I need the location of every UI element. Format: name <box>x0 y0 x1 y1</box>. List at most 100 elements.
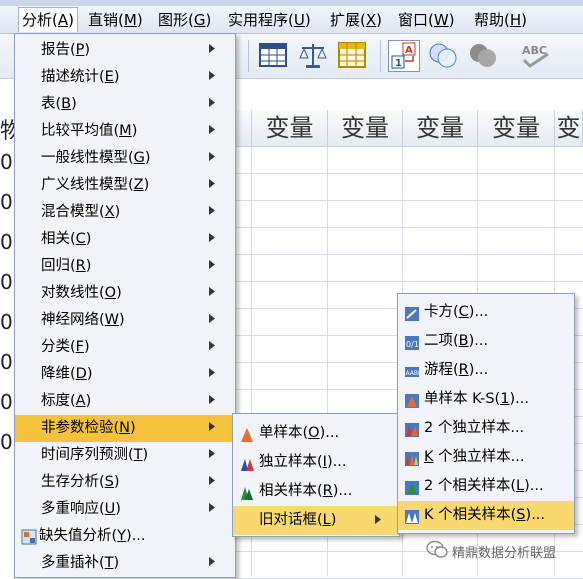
sets-icon[interactable] <box>468 40 498 70</box>
menu-item-label: 非参数检验(N) <box>41 420 136 436</box>
menu-item-one-sample[interactable]: 单样本(O)... <box>233 419 399 448</box>
menu-item-missing-value-analysis[interactable]: 缺失值分析(Y)... <box>15 523 235 550</box>
menu-item-related-samples[interactable]: 相关样本(R)... <box>233 477 399 506</box>
partial-cell: 0 <box>0 350 13 374</box>
partial-cell: 0 <box>0 310 13 334</box>
menu-item-k-related-samples[interactable]: K 个相关样本(S)... <box>398 501 574 530</box>
menu-item-multiple-response[interactable]: 多重响应(U) <box>15 496 235 523</box>
partial-cell: 0 <box>0 430 13 454</box>
menu-item-loglinear[interactable]: 对数线性(O) <box>15 280 235 307</box>
menu-item-mixed-models[interactable]: 混合模型(X) <box>15 199 235 226</box>
menu-extensions[interactable]: 扩展(X) <box>330 8 382 32</box>
grid-row-line <box>236 173 583 174</box>
menu-item-label: 分类(F) <box>41 339 90 355</box>
menu-item-regression[interactable]: 回归(R) <box>15 253 235 280</box>
menu-window[interactable]: 窗口(W) <box>398 8 455 32</box>
toolbar-separator <box>248 40 249 72</box>
menu-item-descriptive-statistics[interactable]: 描述统计(E) <box>15 64 235 91</box>
menu-item-binomial[interactable]: 0/1 二项(B)... <box>398 327 574 356</box>
column-header-label: 变量 <box>265 114 314 142</box>
menu-item-two-related-samples[interactable]: 2 个相关样本(L)... <box>398 472 574 501</box>
chevron-right-icon <box>209 119 215 146</box>
partial-cell: 0 <box>0 390 13 414</box>
menu-item-forecasting[interactable]: 时间序列预测(T) <box>15 442 235 469</box>
menu-item-nonparametric-tests[interactable]: 非参数检验(N) <box>15 415 235 442</box>
k-related-icon <box>404 507 420 524</box>
chevron-right-icon <box>209 173 215 200</box>
menu-item-legacy-dialogs[interactable]: 旧对话框(L) <box>233 506 399 535</box>
circles-icon[interactable] <box>428 40 458 70</box>
menu-item-label: 多重插补(T) <box>41 555 120 571</box>
menu-item-label: 时间序列预测(T) <box>41 447 149 463</box>
watermark: 精鼎数据分析联盟 <box>426 540 556 564</box>
menu-item-label: 相关样本(R)... <box>259 483 353 499</box>
menu-direct-marketing[interactable]: 直销(M) <box>88 8 143 32</box>
menu-utilities[interactable]: 实用程序(U) <box>228 8 311 32</box>
chevron-right-icon <box>209 38 215 65</box>
menu-item-label: 广义线性模型(Z) <box>41 177 150 193</box>
menu-item-dimension-reduction[interactable]: 降维(D) <box>15 361 235 388</box>
column-header-label: 变量 <box>556 114 581 142</box>
menu-item-reports[interactable]: 报告(P) <box>15 37 235 64</box>
menu-item-classify[interactable]: 分类(F) <box>15 334 235 361</box>
svg-text:0/1: 0/1 <box>406 340 419 349</box>
menu-item-label: 旧对话框(L) <box>259 512 337 528</box>
partial-cell: 0 <box>0 150 13 174</box>
menu-item-label: 单样本 K-S(1)... <box>424 391 529 407</box>
menu-item-label: 报告(P) <box>41 42 91 58</box>
partial-cell: 0 <box>0 190 13 214</box>
menu-item-neural-networks[interactable]: 神经网络(W) <box>15 307 235 334</box>
menu-item-chi-square[interactable]: 卡方(C)... <box>398 298 574 327</box>
menu-item-k-independent-samples[interactable]: K 个独立样本... <box>398 443 574 472</box>
menu-analyze[interactable]: 分析(A) <box>18 7 78 32</box>
two-related-icon <box>404 478 420 495</box>
missing-value-icon <box>21 528 37 545</box>
column-header[interactable]: 变量 <box>252 110 328 147</box>
column-header <box>234 110 252 147</box>
grid-icon[interactable] <box>337 40 367 70</box>
column-header[interactable]: 变量 <box>403 110 478 147</box>
menu-label: 帮助(H) <box>474 11 528 29</box>
menu-item-label: 神经网络(W) <box>41 312 125 328</box>
grid-row-line <box>236 227 583 228</box>
column-header[interactable]: 变量 <box>478 110 555 147</box>
abc-text: ABC <box>522 44 547 57</box>
menu-item-two-independent-samples[interactable]: 2 个独立样本... <box>398 414 574 443</box>
column-header-label: 变量 <box>492 114 540 142</box>
table-icon[interactable] <box>258 40 288 70</box>
menu-item-scale[interactable]: 标度(A) <box>15 388 235 415</box>
value-labels-icon[interactable]: A 1 <box>388 40 420 72</box>
menu-item-compare-means[interactable]: 比较平均值(M) <box>15 118 235 145</box>
toolbar-separator <box>380 40 381 72</box>
svg-text:1: 1 <box>395 58 402 69</box>
chevron-right-icon <box>209 254 215 281</box>
column-header[interactable]: 变量 <box>328 110 403 147</box>
column-header[interactable]: 变量 <box>555 110 583 147</box>
menu-item-label: 缺失值分析(Y)... <box>39 528 146 544</box>
menu-item-label: K 个相关样本(S)... <box>424 507 546 523</box>
nonparametric-submenu: 单样本(O)... 独立样本(I)... 相关样本(R)... 旧对话框(L) <box>232 413 400 537</box>
chevron-right-icon <box>209 551 215 578</box>
menu-item-label: 表(B) <box>41 96 77 112</box>
menu-item-general-linear-model[interactable]: 一般线性模型(G) <box>15 145 235 172</box>
menu-item-label: 游程(R)... <box>424 362 489 378</box>
menu-item-label: 描述统计(E) <box>41 69 120 85</box>
menu-item-one-sample-ks[interactable]: 单样本 K-S(1)... <box>398 385 574 414</box>
scale-icon[interactable] <box>298 40 328 70</box>
menu-item-survival[interactable]: 生存分析(S) <box>15 469 235 496</box>
menu-item-generalized-linear-models[interactable]: 广义线性模型(Z) <box>15 172 235 199</box>
menu-graphs[interactable]: 图形(G) <box>158 8 211 32</box>
menu-item-runs[interactable]: AABB游程(R)... <box>398 356 574 385</box>
menu-item-label: 比较平均值(M) <box>41 123 138 139</box>
menu-item-multiple-imputation[interactable]: 多重插补(T) <box>15 550 235 577</box>
spell-check-icon[interactable]: ABC <box>520 40 550 70</box>
chevron-right-icon <box>209 281 215 308</box>
menu-item-tables[interactable]: 表(B) <box>15 91 235 118</box>
chevron-right-icon <box>209 443 215 470</box>
menu-item-correlate[interactable]: 相关(C) <box>15 226 235 253</box>
grid-row-line <box>236 281 583 282</box>
chevron-right-icon <box>209 362 215 389</box>
menu-help[interactable]: 帮助(H) <box>474 8 527 32</box>
menu-item-independent-samples[interactable]: 独立样本(I)... <box>233 448 399 477</box>
menu-label: 直销(M) <box>88 11 143 29</box>
